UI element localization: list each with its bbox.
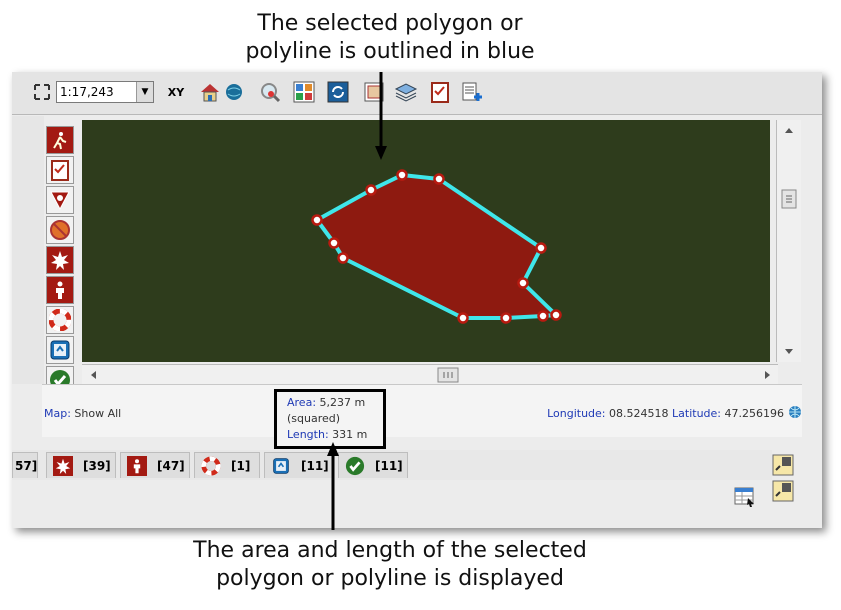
bottom-arrowhead-icon — [327, 442, 339, 456]
annotation-arrows — [327, 72, 387, 530]
bottom-callout: The area and length of the selected poly… — [0, 537, 780, 593]
bottom-callout-line1: The area and length of the selected — [193, 538, 587, 563]
top-arrowhead-icon — [375, 146, 387, 160]
bottom-callout-line2: polygon or polyline is displayed — [216, 566, 564, 591]
